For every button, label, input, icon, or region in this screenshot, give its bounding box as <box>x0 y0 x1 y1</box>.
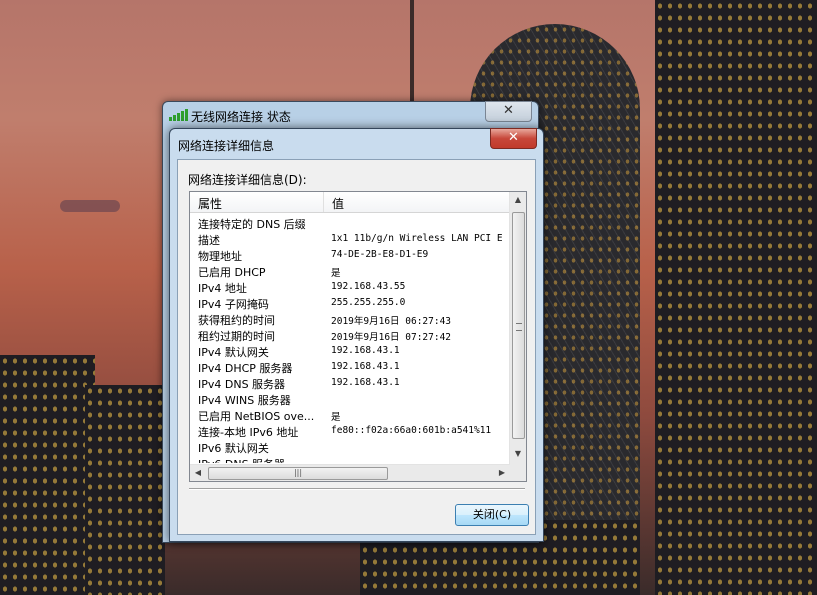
background-tower-right <box>655 0 817 595</box>
row-value: 192.168.43.1 <box>331 377 400 388</box>
row-property: IPv4 DHCP 服务器 <box>198 360 292 376</box>
dialog-titlebar[interactable]: 网络连接详细信息 ✕ <box>170 129 543 157</box>
row-property: 连接特定的 DNS 后缀 <box>198 216 306 232</box>
row-value: 2019年9月16日 06:27:43 <box>331 313 451 327</box>
network-details-dialog: 网络连接详细信息 ✕ 网络连接详细信息(D): 属性 值 连接特定的 DNS 后… <box>169 128 544 542</box>
wireless-status-close-button[interactable]: ✕ <box>485 101 532 122</box>
row-value: 是 <box>331 409 341 423</box>
row-value: 74-DE-2B-E8-D1-E9 <box>331 249 428 260</box>
scroll-up-arrow-icon[interactable]: ▲ <box>510 192 526 208</box>
row-value: fe80::f02a:66a0:601b:a541%11 <box>331 425 491 436</box>
scroll-left-arrow-icon[interactable]: ◀ <box>190 465 206 481</box>
row-property: 连接-本地 IPv6 地址 <box>198 424 298 440</box>
background-crane <box>410 0 414 105</box>
scroll-down-arrow-icon[interactable]: ▼ <box>510 446 526 462</box>
signal-strength-icon <box>169 109 188 121</box>
details-list-label: 网络连接详细信息(D): <box>188 171 307 188</box>
table-row[interactable]: IPv4 子网掩码 255.255.255.0 <box>190 295 510 311</box>
row-property: 描述 <box>198 232 220 248</box>
listview-header: 属性 值 <box>190 192 510 213</box>
column-header-property[interactable]: 属性 <box>198 195 222 212</box>
dialog-close-icon-button[interactable]: ✕ <box>490 128 537 149</box>
scrollbar-corner <box>510 465 526 481</box>
row-value: 192.168.43.55 <box>331 281 405 292</box>
scroll-right-arrow-icon[interactable]: ▶ <box>494 465 510 481</box>
details-listview[interactable]: 属性 值 连接特定的 DNS 后缀描述 1x1 11b/g/n Wireless … <box>189 191 527 482</box>
row-property: 物理地址 <box>198 248 242 264</box>
table-row[interactable]: IPv4 DNS 服务器 192.168.43.1 <box>190 375 510 391</box>
row-property: IPv6 DNS 服务器 <box>198 456 285 463</box>
row-property: 获得租约的时间 <box>198 312 275 328</box>
dialog-client-area: 网络连接详细信息(D): 属性 值 连接特定的 DNS 后缀描述 1x1 11b/… <box>177 159 536 535</box>
table-row[interactable]: IPv6 默认网关 <box>190 439 510 455</box>
vertical-scroll-thumb[interactable] <box>512 212 525 439</box>
background-building-left <box>0 355 95 595</box>
column-header-value[interactable]: 值 <box>332 195 344 212</box>
wireless-status-titlebar[interactable]: 无线网络连接 状态 ✕ <box>163 102 538 128</box>
table-row[interactable]: 已启用 NetBIOS ove... 是 <box>190 407 510 423</box>
row-property: IPv4 WINS 服务器 <box>198 392 291 408</box>
row-value: 2019年9月16日 07:27:42 <box>331 329 451 343</box>
row-property: IPv6 默认网关 <box>198 440 269 456</box>
table-row[interactable]: 租约过期的时间 2019年9月16日 07:27:42 <box>190 327 510 343</box>
table-row[interactable]: IPv6 DNS 服务器 <box>190 455 510 463</box>
dialog-title: 网络连接详细信息 <box>178 137 274 154</box>
row-property: 租约过期的时间 <box>198 328 275 344</box>
row-property: IPv4 DNS 服务器 <box>198 376 285 392</box>
row-value: 是 <box>331 265 341 279</box>
row-value: 192.168.43.1 <box>331 345 400 356</box>
table-row[interactable]: 连接-本地 IPv6 地址 fe80::f02a:66a0:601b:a541%1… <box>190 423 510 439</box>
horizontal-scroll-thumb[interactable]: ||| <box>208 467 388 480</box>
separator-line <box>189 488 525 490</box>
table-row[interactable]: IPv4 WINS 服务器 <box>190 391 510 407</box>
table-row[interactable]: IPv4 默认网关 192.168.43.1 <box>190 343 510 359</box>
row-value: 1x1 11b/g/n Wireless LAN PCI E <box>331 233 503 244</box>
row-property: IPv4 默认网关 <box>198 344 269 360</box>
grip-icon <box>516 323 522 331</box>
table-row[interactable]: 描述 1x1 11b/g/n Wireless LAN PCI E <box>190 231 510 247</box>
row-value: 255.255.255.0 <box>331 297 405 308</box>
listview-rows: 连接特定的 DNS 后缀描述 1x1 11b/g/n Wireless LAN P… <box>190 215 510 463</box>
table-row[interactable]: 连接特定的 DNS 后缀 <box>190 215 510 231</box>
table-row[interactable]: 已启用 DHCP 是 <box>190 263 510 279</box>
horizontal-scrollbar[interactable]: ◀ ||| ▶ <box>190 464 510 481</box>
row-property: 已启用 DHCP <box>198 264 266 280</box>
background-building-left-2 <box>85 385 165 595</box>
close-button[interactable]: 关闭(C) <box>455 504 529 526</box>
row-property: IPv4 子网掩码 <box>198 296 269 312</box>
row-value: 192.168.43.1 <box>331 361 400 372</box>
row-property: IPv4 地址 <box>198 280 247 296</box>
table-row[interactable]: 物理地址 74-DE-2B-E8-D1-E9 <box>190 247 510 263</box>
table-row[interactable]: 获得租约的时间 2019年9月16日 06:27:43 <box>190 311 510 327</box>
table-row[interactable]: IPv4 地址 192.168.43.55 <box>190 279 510 295</box>
vertical-scrollbar[interactable]: ▲ ▼ <box>509 192 526 479</box>
row-property: 已启用 NetBIOS ove... <box>198 408 314 424</box>
table-row[interactable]: IPv4 DHCP 服务器 192.168.43.1 <box>190 359 510 375</box>
background-cloud <box>60 200 120 212</box>
wireless-status-title: 无线网络连接 状态 <box>191 108 291 125</box>
column-divider[interactable] <box>323 192 324 212</box>
